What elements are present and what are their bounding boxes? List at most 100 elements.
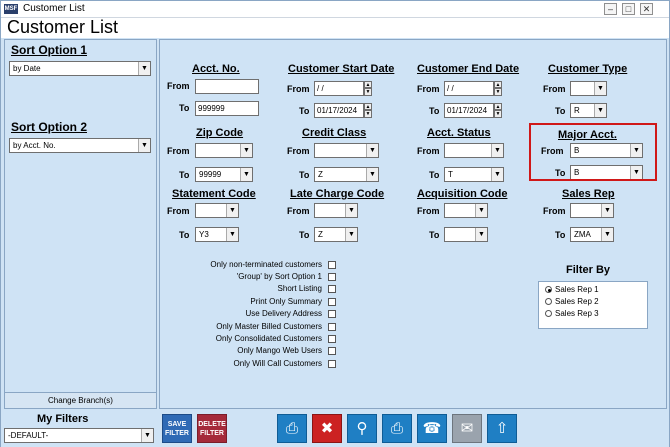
end-date-title: Customer End Date [417,63,520,75]
option-checkbox[interactable] [328,335,336,343]
radio-sales-rep-2[interactable]: Sales Rep 2 [545,297,599,306]
statement-from-select[interactable]: ▼ [195,203,239,218]
end-date-from-input[interactable]: / / [444,81,494,96]
sales-rep-to-select[interactable]: ZMA ▼ [570,227,614,242]
chevron-down-icon: ▼ [240,144,252,157]
acct-no-to-label: To [179,103,190,113]
criteria-panel: Acct. No. Customer Start Date Customer E… [159,39,667,409]
end-date-to-input[interactable]: 01/17/2024 [444,103,494,118]
end-date-to-label: To [429,106,440,116]
change-branch-button[interactable]: Change Branch(s) [5,392,156,408]
customer-type-to-select[interactable]: R ▼ [570,103,607,118]
fax-button[interactable]: ☎ [417,414,447,443]
spin-down-icon[interactable]: ▼ [364,88,372,96]
sort-panel: Sort Option 1 by Date ▼ Sort Option 2 by… [4,39,157,409]
maximize-button[interactable]: □ [622,3,635,15]
option-checkbox[interactable] [328,298,336,306]
option-checkbox[interactable] [328,273,336,281]
spin-down-icon[interactable]: ▼ [364,110,372,118]
chevron-down-icon: ▼ [366,144,378,157]
print-button[interactable]: ⎙ [277,414,307,443]
acquisition-from-select[interactable]: ▼ [444,203,488,218]
print-options-button[interactable]: ⎙ [382,414,412,443]
option-checkbox[interactable] [328,261,336,269]
zip-from-select[interactable]: ▼ [195,143,253,158]
spin-up-icon[interactable]: ▲ [364,103,372,110]
option-checkbox[interactable] [328,360,336,368]
zip-to-label: To [179,170,190,180]
spin-up-icon[interactable]: ▲ [364,81,372,88]
spin-up-icon[interactable]: ▲ [494,103,502,110]
start-date-to-input[interactable]: 01/17/2024 [314,103,364,118]
option-label: Only Master Billed Customers [216,322,322,331]
filter-by-title: Filter By [566,264,611,276]
acct-no-to-input[interactable]: 999999 [195,101,259,116]
close-button[interactable]: ✕ [640,3,653,15]
sales-rep-from-select[interactable]: ▼ [570,203,614,218]
start-date-title: Customer Start Date [288,63,395,75]
option-checkbox[interactable] [328,323,336,331]
page-header: Customer List [1,17,669,38]
sort-option-1-value: by Date [13,64,41,73]
option-checkbox[interactable] [328,285,336,293]
export-button[interactable]: ⇧ [487,414,517,443]
credit-class-title: Credit Class [302,127,367,139]
late-charge-to-select[interactable]: Z ▼ [314,227,358,242]
bottom-toolbar: My Filters -DEFAULT- ▼ SAVE FILTER DELETE… [1,411,669,447]
fax-icon: ☎ [422,420,442,437]
acquisition-to-select[interactable]: ▼ [444,227,488,242]
acct-no-from-label: From [167,81,190,91]
zip-to-select[interactable]: 99999 ▼ [195,167,253,182]
option-label: Short Listing [277,284,322,293]
option-checkbox[interactable] [328,310,336,318]
sort-option-2-select[interactable]: by Acct. No. ▼ [9,138,151,153]
save-filter-button[interactable]: SAVE FILTER [162,414,192,443]
late-charge-from-select[interactable]: ▼ [314,203,358,218]
credit-class-from-select[interactable]: ▼ [314,143,379,158]
chevron-down-icon: ▼ [594,82,606,95]
spin-down-icon[interactable]: ▼ [494,88,502,96]
chevron-down-icon: ▼ [366,168,378,181]
chevron-down-icon: ▼ [601,228,613,241]
customer-type-from-select[interactable]: ▼ [570,81,607,96]
start-date-to-label: To [299,106,310,116]
chevron-down-icon: ▼ [345,204,357,217]
statement-to-select[interactable]: Y3 ▼ [195,227,239,242]
delete-filter-button[interactable]: DELETE FILTER [197,414,227,443]
customer-type-from-label: From [543,84,566,94]
option-checkbox[interactable] [328,347,336,355]
chevron-down-icon: ▼ [594,104,606,117]
spin-down-icon[interactable]: ▼ [494,110,502,118]
close-x-icon: ✖ [320,420,334,437]
delete-filter-line2: FILTER [200,430,224,437]
major-acct-highlight [529,123,657,181]
statement-to-value: Y3 [199,230,209,239]
search-button[interactable]: ⚲ [347,414,377,443]
minimize-button[interactable]: – [604,3,617,15]
chevron-down-icon: ▼ [240,168,252,181]
radio-sales-rep-3[interactable]: Sales Rep 3 [545,309,599,318]
radio-sales-rep-1[interactable]: Sales Rep 1 [545,285,599,294]
acct-status-from-select[interactable]: ▼ [444,143,504,158]
statement-to-label: To [179,230,190,240]
acct-status-title: Acct. Status [427,127,491,139]
printer-icon: ⎙ [285,420,298,437]
acct-no-from-input[interactable] [195,79,259,94]
cancel-button[interactable]: ✖ [312,414,342,443]
spin-up-icon[interactable]: ▲ [494,81,502,88]
credit-class-to-select[interactable]: Z ▼ [314,167,379,182]
radio-label: Sales Rep 3 [555,309,599,318]
option-label: Use Delivery Address [245,309,322,318]
my-filters-select[interactable]: -DEFAULT- ▼ [4,428,154,443]
statement-code-title: Statement Code [172,188,256,200]
acct-status-to-select[interactable]: T ▼ [444,167,504,182]
email-icon: ✉ [460,420,474,437]
email-button[interactable]: ✉ [452,414,482,443]
customer-type-title: Customer Type [548,63,628,75]
radio-selected-icon [545,286,552,293]
chevron-down-icon: ▼ [475,204,487,217]
start-date-from-input[interactable]: / / [314,81,364,96]
sort-option-1-select[interactable]: by Date ▼ [9,61,151,76]
chevron-down-icon: ▼ [138,62,150,75]
chevron-down-icon: ▼ [226,228,238,241]
